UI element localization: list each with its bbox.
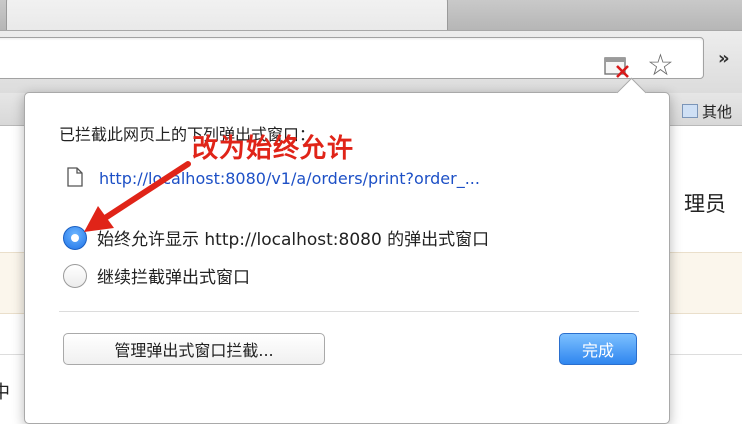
page-text-fragment-left: 中 [0, 382, 10, 403]
address-bar[interactable]: ☆ [0, 37, 704, 81]
popup-blocked-icon[interactable] [604, 56, 630, 78]
annotation-text: 改为始终允许 [192, 134, 355, 164]
radio-label-keep-blocking[interactable]: 继续拦截弹出式窗口 [97, 263, 250, 288]
page-text-fragment: 理员 [684, 192, 726, 216]
chevron-right-icon[interactable]: » [718, 48, 730, 69]
manage-popup-blocking-button[interactable]: 管理弹出式窗口拦截... [63, 333, 325, 365]
annotation-arrow-icon [84, 161, 191, 232]
radio-unselected-icon[interactable] [63, 263, 87, 288]
done-button[interactable]: 完成 [559, 333, 637, 365]
tab-strip [0, 0, 742, 31]
folder-icon [682, 104, 698, 118]
bubble-divider [59, 311, 639, 312]
browser-tab[interactable] [6, 0, 448, 31]
radio-keep-blocking[interactable]: 继续拦截弹出式窗口 [63, 263, 250, 288]
star-icon[interactable]: ☆ [647, 51, 674, 81]
other-bookmarks-label[interactable]: 其他 [702, 101, 732, 122]
